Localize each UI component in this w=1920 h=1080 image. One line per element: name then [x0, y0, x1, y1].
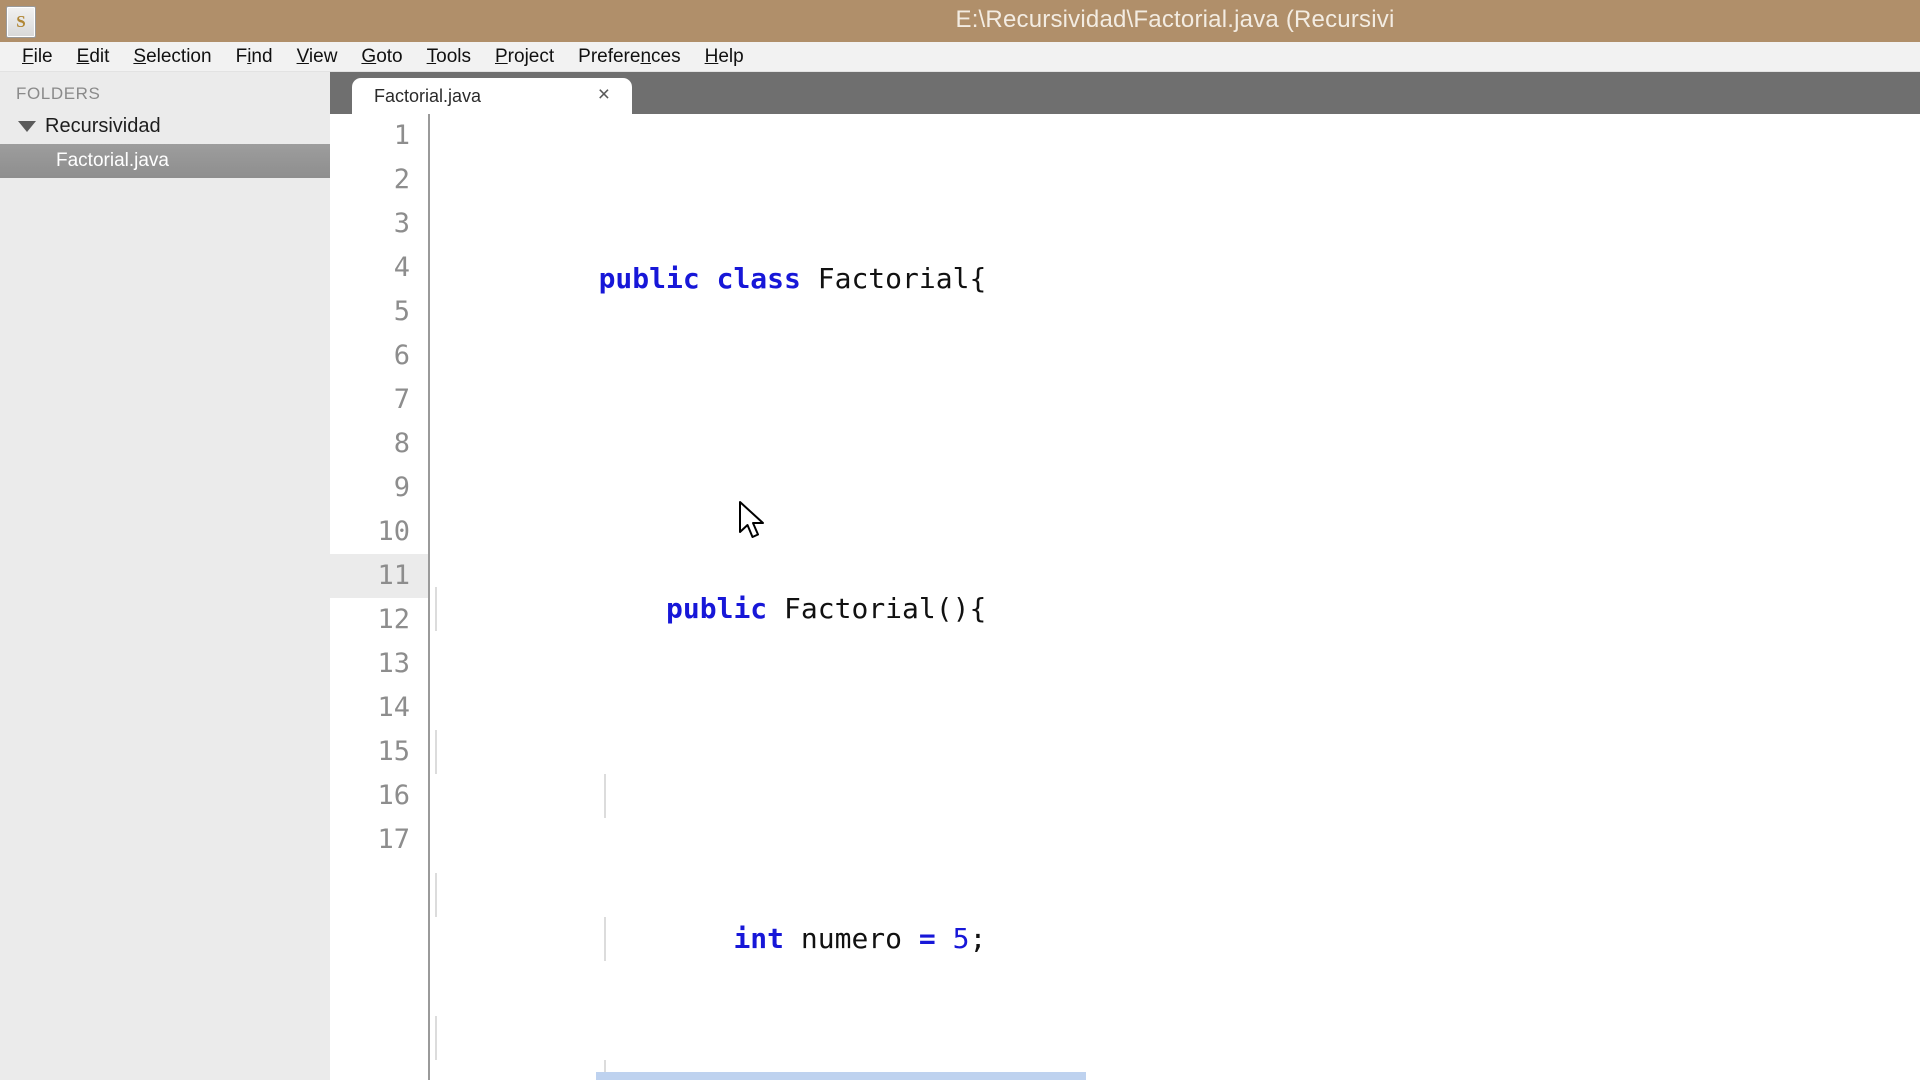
sidebar: FOLDERS Recursividad Factorial.java [0, 72, 330, 1080]
window-title: E:\Recursividad\Factorial.java (Recursiv… [955, 6, 1395, 33]
sidebar-header-folders: FOLDERS [16, 84, 101, 103]
code-area[interactable]: 1 2 3 4 5 6 7 8 9 10 11 12 13 14 15 16 1… [330, 114, 1920, 1080]
menu-view[interactable]: View [285, 42, 350, 72]
menu-selection[interactable]: Selection [121, 42, 223, 72]
line-number: 5 [393, 296, 410, 327]
line-number: 8 [393, 428, 410, 459]
code-line-1[interactable]: public class Factorial{ [430, 213, 1920, 295]
menu-bar[interactable]: File Edit Selection Find View Goto Tools… [0, 42, 1920, 72]
line-number: 14 [377, 692, 410, 723]
line-number: 16 [377, 780, 410, 811]
code-line-2[interactable] [430, 356, 1920, 400]
tab-factorial-java[interactable]: Factorial.java × [352, 78, 632, 114]
close-icon[interactable]: × [598, 84, 610, 105]
line-number: 9 [393, 472, 410, 503]
line-number: 10 [377, 516, 410, 547]
line-number: 1 [393, 120, 410, 151]
menu-find[interactable]: Find [224, 42, 285, 72]
line-number: 4 [393, 252, 410, 283]
menu-project[interactable]: Project [483, 42, 566, 72]
tab-bar: Factorial.java × [330, 72, 1920, 114]
sublime-text-window: S E:\Recursividad\Factorial.java (Recurs… [0, 0, 1920, 1080]
line-number: 12 [377, 604, 410, 635]
sidebar-folder-label: Recursividad [45, 114, 161, 137]
line-number-gutter: 1 2 3 4 5 6 7 8 9 10 11 12 13 14 15 16 1… [330, 114, 430, 1080]
line-number: 6 [393, 340, 410, 371]
code-text[interactable]: public class Factorial{ public Factorial… [430, 114, 1920, 1080]
line-number: 2 [393, 164, 410, 195]
code-line-5[interactable]: int numero = 5; [430, 785, 1920, 961]
menu-file[interactable]: File [10, 42, 65, 72]
menu-goto[interactable]: Goto [349, 42, 414, 72]
chevron-down-icon[interactable] [18, 120, 36, 132]
line-number-active: 11 [330, 554, 428, 598]
sidebar-file-label: Factorial.java [56, 150, 169, 171]
title-bar: S E:\Recursividad\Factorial.java (Recurs… [0, 0, 1920, 42]
editor-pane: Factorial.java × 1 2 3 4 5 6 7 8 9 10 11… [330, 72, 1920, 1080]
code-line-3[interactable]: public Factorial(){ [430, 499, 1920, 631]
code-line-4[interactable] [430, 642, 1920, 818]
line-number: 17 [377, 824, 410, 855]
line-number: 15 [377, 736, 410, 767]
code-line-7[interactable]: // Utilizando un Ciclo [430, 1071, 1920, 1080]
line-number: 3 [393, 208, 410, 239]
sidebar-folder-recursividad[interactable]: Recursividad [0, 108, 330, 144]
menu-tools[interactable]: Tools [415, 42, 483, 72]
line-number: 7 [393, 384, 410, 415]
menu-edit[interactable]: Edit [65, 42, 122, 72]
sidebar-file-factorial-java[interactable]: Factorial.java [0, 144, 330, 178]
menu-preferences[interactable]: Preferences [566, 42, 692, 72]
tab-label: Factorial.java [374, 85, 482, 106]
line-number: 13 [377, 648, 410, 679]
menu-help[interactable]: Help [693, 42, 756, 72]
